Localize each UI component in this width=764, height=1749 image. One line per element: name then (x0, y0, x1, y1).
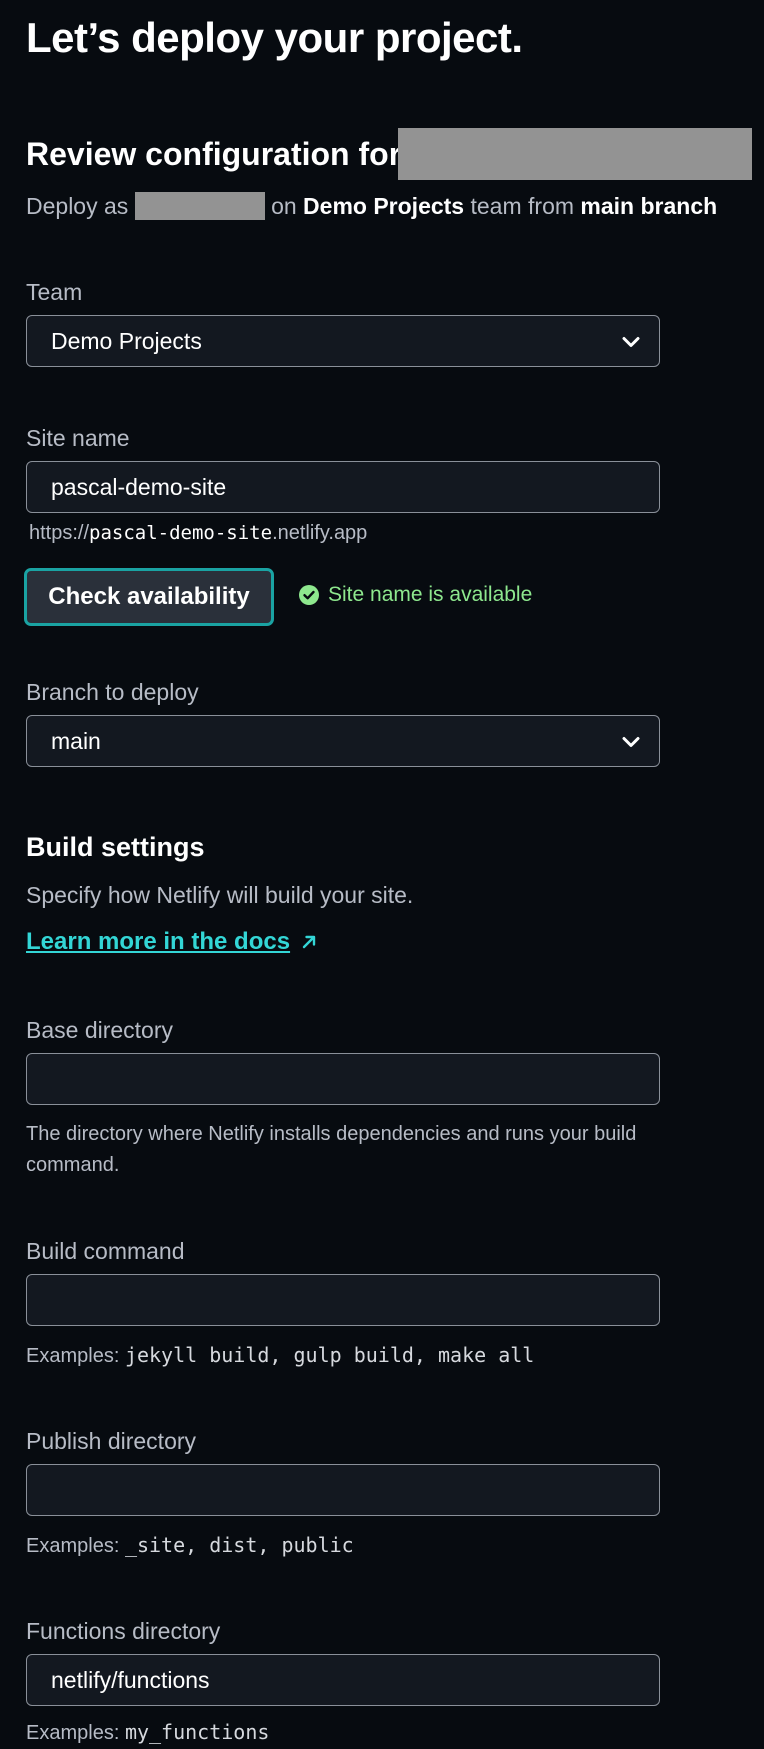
site-url-preview: https://pascal-demo-site.netlify.app (29, 522, 367, 545)
site-name-input[interactable]: pascal-demo-site (26, 461, 660, 513)
check-availability-button[interactable]: Check availability (24, 568, 274, 626)
review-heading-text: Review configuration for (26, 136, 402, 172)
build-command-help-prefix: Examples: (26, 1345, 120, 1367)
functions-directory-input[interactable]: netlify/functions (26, 1654, 660, 1706)
learn-more-link[interactable]: Learn more in the docs (26, 928, 318, 956)
team-select-value: Demo Projects (51, 327, 202, 354)
redacted-project-name (398, 128, 752, 180)
build-command-input[interactable] (26, 1274, 660, 1326)
deploy-team-name: Demo Projects (303, 193, 465, 219)
redacted-user-name (134, 192, 265, 220)
deploy-summary: Deploy as on Demo Projects team from mai… (26, 190, 717, 222)
deploy-team-from-text: team from (470, 193, 575, 219)
external-arrow-icon (302, 935, 316, 949)
deploy-page: Let’s deploy your project. Review config… (0, 0, 764, 1748)
functions-directory-help: Examples: my_functions (26, 1717, 666, 1749)
site-url-prefix: https:// (29, 522, 90, 544)
branch-select[interactable]: main (26, 715, 660, 767)
publish-directory-help: Examples: _site, dist, public (26, 1530, 666, 1562)
availability-status: Site name is available (298, 583, 532, 607)
functions-directory-label: Functions directory (26, 1618, 221, 1644)
branch-select-value: main (51, 727, 101, 754)
build-settings-heading: Build settings (26, 832, 205, 862)
site-name-value: pascal-demo-site (51, 473, 227, 500)
site-url-slug: pascal-demo-site (89, 522, 273, 544)
branch-label: Branch to deploy (26, 679, 199, 705)
build-command-help-examples: jekyll build, gulp build, make all (124, 1343, 535, 1367)
site-url-suffix: .netlify.app (272, 522, 368, 544)
build-settings-description: Specify how Netlify will build your site… (26, 882, 414, 908)
team-label: Team (26, 279, 83, 305)
page-title: Let’s deploy your project. (26, 14, 523, 61)
review-heading: Review configuration for (26, 134, 401, 174)
publish-directory-help-examples: _site, dist, public (124, 1533, 354, 1557)
functions-directory-value: netlify/functions (51, 1666, 210, 1693)
functions-directory-help-prefix: Examples: (26, 1722, 120, 1744)
publish-directory-input[interactable] (26, 1464, 660, 1516)
deploy-as-text: Deploy as (26, 193, 129, 219)
deploy-on-text: on (271, 193, 297, 219)
availability-message: Site name is available (328, 583, 533, 606)
functions-directory-help-examples: my_functions (124, 1720, 270, 1744)
check-circle-icon (299, 585, 319, 605)
learn-more-text: Learn more in the docs (26, 928, 291, 955)
base-directory-label: Base directory (26, 1017, 174, 1043)
team-select[interactable]: Demo Projects (26, 315, 660, 367)
chevron-down-icon (622, 737, 640, 747)
base-directory-help: The directory where Netlify installs dep… (26, 1123, 637, 1176)
build-command-label: Build command (26, 1238, 185, 1264)
chevron-down-icon (622, 337, 640, 347)
publish-directory-label: Publish directory (26, 1428, 197, 1454)
site-name-label: Site name (26, 425, 130, 451)
base-directory-input[interactable] (26, 1053, 660, 1105)
build-command-help: Examples: jekyll build, gulp build, make… (26, 1340, 666, 1372)
publish-directory-help-prefix: Examples: (26, 1535, 120, 1557)
deploy-branch-phrase: main branch (580, 193, 718, 219)
